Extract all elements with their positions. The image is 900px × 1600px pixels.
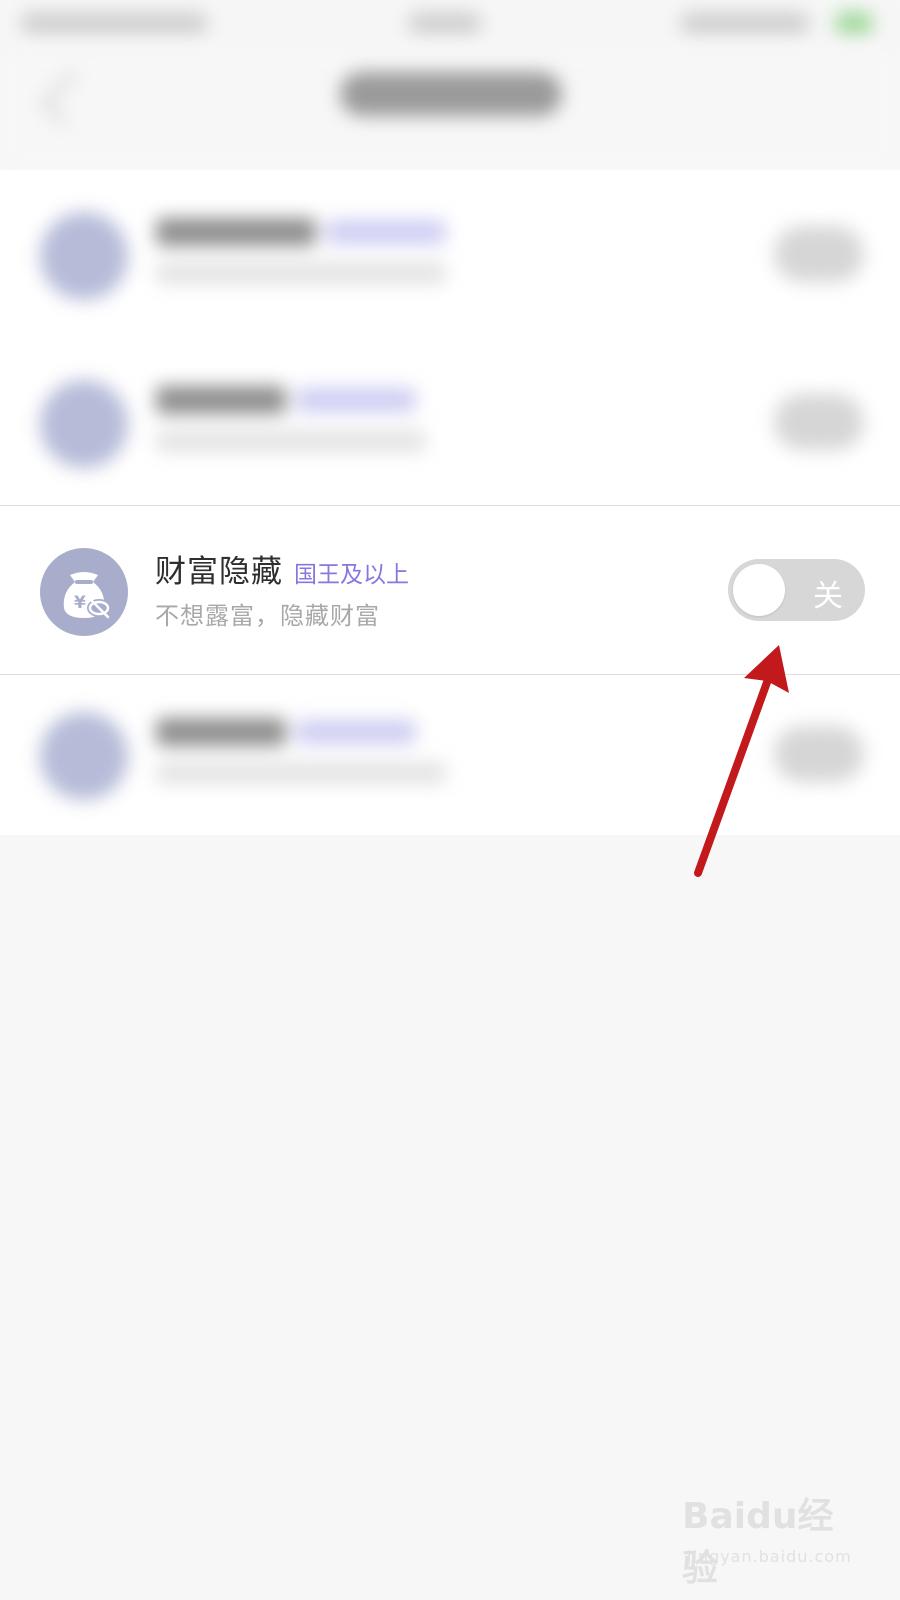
setting-icon-blur (40, 712, 128, 800)
status-time-blur (408, 12, 482, 34)
setting-row-blurred (0, 338, 900, 506)
setting-subtitle-blur (156, 430, 426, 452)
toggle-blur[interactable] (774, 394, 864, 450)
watermark-url: jingyan.baidu.com (687, 1547, 852, 1566)
setting-title: 财富隐藏 (155, 554, 283, 590)
watermark-logo: Baidu经验 (682, 1496, 834, 1589)
svg-text:¥: ¥ (74, 593, 86, 613)
settings-panel (0, 170, 900, 835)
level-requirement-tag: 国王及以上 (294, 562, 409, 588)
setting-tag-blur (326, 220, 446, 244)
setting-title-blur (156, 386, 286, 414)
wealth-hide-toggle[interactable]: 关 (728, 559, 865, 621)
money-bag-hidden-icon: ¥ (40, 548, 128, 636)
setting-description: 不想露富，隐藏财富 (155, 602, 380, 630)
wealth-hide-setting-row: ¥ 财富隐藏 国王及以上 不想露富，隐藏财富 关 (0, 505, 900, 675)
toggle-knob (733, 564, 785, 616)
setting-tag-blur (296, 720, 416, 744)
setting-title-blur (156, 218, 316, 246)
setting-tag-blur (296, 388, 416, 412)
setting-title-blur (156, 718, 286, 746)
back-icon[interactable] (40, 70, 96, 126)
watermark: Baidu经验 jingyan.baidu.com (682, 1487, 852, 1589)
toggle-blur[interactable] (774, 226, 864, 282)
navigation-bar (0, 50, 900, 170)
page-title-blur (340, 72, 562, 116)
setting-row-blurred (0, 170, 900, 338)
toggle-state-label: 关 (813, 579, 843, 614)
status-indicators-blur (680, 12, 810, 34)
setting-subtitle-blur (156, 762, 446, 784)
toggle-blur[interactable] (774, 726, 864, 782)
setting-icon-blur (40, 380, 128, 468)
status-bar (0, 0, 900, 50)
setting-row-blurred (0, 670, 900, 838)
status-carrier-blur (20, 12, 208, 34)
setting-icon-blur (40, 212, 128, 300)
setting-subtitle-blur (156, 262, 446, 284)
battery-icon (836, 12, 872, 34)
